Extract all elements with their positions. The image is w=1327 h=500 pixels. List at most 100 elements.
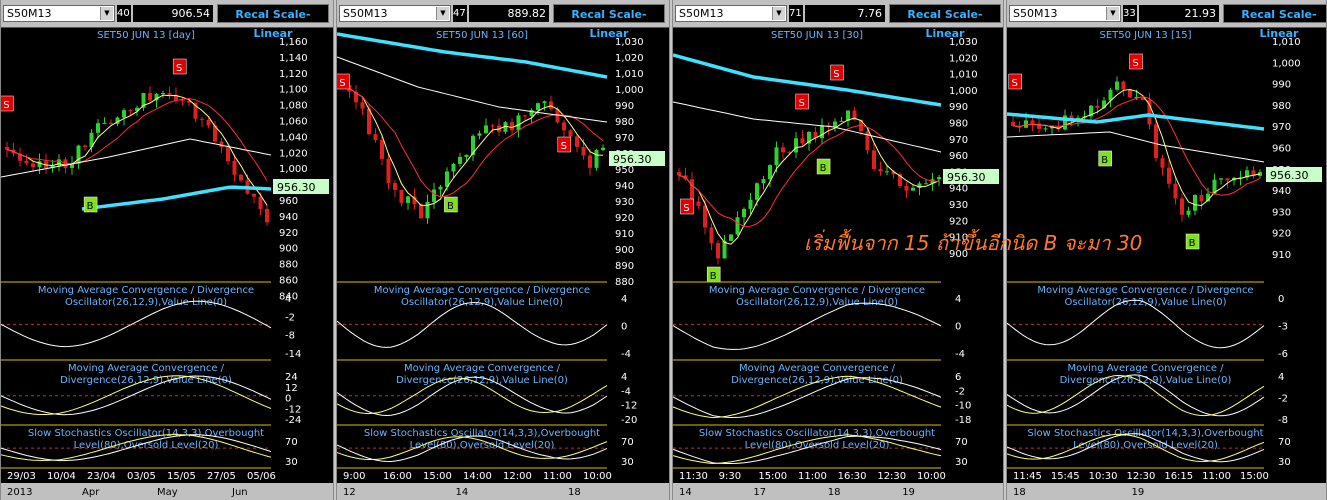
indicator-axis-tick: -6 [1278,349,1288,360]
sell-signal-label: S [833,69,839,80]
indicator-title: Slow Stochastics Oscillator(14,3,3),Over… [364,428,600,439]
indicator-axis-tick: 4 [285,294,291,305]
price-axis-tick: 890 [615,261,634,272]
price-axis-tick: 940 [949,184,968,195]
candle-body [800,138,805,144]
price-chart-canvas[interactable]: SET50 JUN 13 [day] 1,160 1,140 1,120 1,100 1,… [1,27,333,500]
candle-body [690,179,694,202]
candle-body [258,196,263,209]
recal-scale-button[interactable]: Recal Scale-Linear [553,4,665,40]
chevron-down-icon[interactable]: ▼ [100,7,113,20]
price-axis-tick: 1,040 [279,132,308,143]
price-axis-tick: 920 [1272,229,1291,240]
candle-body [219,141,224,148]
candle-body [445,171,449,187]
candle-body [516,115,521,131]
symbol-dropdown[interactable]: S50M13 ▼ [675,5,787,22]
price-axis-tick: 910 [1272,250,1291,261]
indicator-axis-tick: 0 [955,322,961,333]
period-axis-tick: Jun [231,487,248,498]
indicator-title: Moving Average Convergence / [404,363,561,374]
price-chart-canvas[interactable]: SET50 JUN 13 [30] 1,030 1,020 1,010 1,000 990… [673,27,1003,500]
period-axis-tick: 2013 [7,487,32,498]
bar-count: 33 [1123,5,1137,22]
indicator-axis-tick: 6 [955,372,961,383]
period-axis-tick: May [157,487,178,498]
sell-signal-label: S [683,203,689,214]
candle-body [419,204,423,219]
indicator-axis-tick: 30 [285,457,298,468]
candle-body [709,227,714,244]
indicator-title: Slow Stochastics Oscillator(14,3,3),Over… [1027,428,1263,439]
candle-body [1154,124,1158,159]
buy-signal-label: B [447,201,454,212]
ma-slow-line [673,101,942,153]
chevron-down-icon[interactable]: ▼ [1106,7,1119,20]
indicator-title: Moving Average Convergence / [739,363,896,374]
chart-title: SET50 JUN 13 [60] [436,30,528,41]
recal-scale-button[interactable]: Recal Scale-Linear [1223,4,1326,40]
period-axis-bg [1007,483,1326,500]
chevron-down-icon[interactable]: ▼ [436,7,449,20]
indicator-title: Divergence(26,12,9),Value Line(0) [731,375,903,386]
chart-title: SET50 JUN 13 [day] [97,30,195,41]
recal-scale-button[interactable]: Recal Scale-Linear [889,4,1001,40]
candle-body [523,115,527,117]
period-axis-tick: 19 [1132,487,1145,498]
indicator-line [337,302,608,348]
candle-body [1128,89,1132,98]
indicator-axis-tick: -4 [955,349,965,360]
price-readout: 906.54 [133,5,213,22]
symbol-dropdown[interactable]: S50M13 ▼ [3,5,115,22]
chevron-down-icon[interactable]: ▼ [772,7,785,20]
symbol-dropdown[interactable]: S50M13 ▼ [339,5,451,22]
time-axis-tick: 10/04 [47,471,76,482]
candle-body [781,147,785,153]
price-axis-tick: 1,000 [615,85,644,96]
candle-body [696,201,701,206]
candle-body [581,146,586,156]
candle-body [761,179,766,184]
ma-fast-line [1012,88,1261,207]
price-axis-tick: 910 [615,229,634,240]
time-axis-tick: 9:00 [343,471,365,482]
price-axis-tick: 960 [279,196,298,207]
candle-body [1219,178,1223,180]
indicator-axis-tick: -2 [955,386,965,397]
price-axis-tick: 980 [1272,101,1291,112]
bar-count: 47 [453,5,467,22]
candle-body [872,150,876,169]
candle-body [924,183,928,185]
indicator-axis-tick: 4 [621,372,627,383]
price-readout: 21.93 [1139,5,1219,22]
panel-toolbar: S50M13 ▼ 33 21.93 Recal Scale-Linear [1007,0,1326,40]
indicator-axis-tick: 0 [1278,294,1284,305]
time-axis-tick: 11:00 [1202,471,1231,482]
candle-body [833,121,837,128]
indicator-title: Moving Average Convergence / Divergence [709,285,925,296]
candle-body [1186,210,1191,215]
indicator-title: Level(80),Oversold Level(20) [745,440,890,451]
candle-body [24,160,29,164]
indicator-axis-tick: -4 [621,386,631,397]
time-axis-tick: 9:30 [719,471,741,482]
price-axis-tick: 1,120 [279,69,308,80]
indicator-axis-tick: -12 [285,404,301,415]
ma-long-line [81,185,272,211]
price-chart-canvas[interactable]: SET50 JUN 13 [15] 1,010 1,000 990 980 970 960 9… [1007,27,1326,500]
candle-body [904,186,909,191]
candle-body [438,186,443,190]
candle-body [794,138,798,153]
ma-mid-line [1012,95,1261,196]
indicator-axis-tick: -14 [285,349,301,360]
candle-body [393,182,397,190]
buy-signal-label: B [87,201,94,212]
indicator-axis-tick: 12 [285,383,298,394]
candle-body [774,147,779,166]
candle-body [588,155,592,168]
price-chart-canvas[interactable]: SET50 JUN 13 [60] 1,030 1,020 1,010 1,000 990… [337,27,669,500]
recal-scale-button[interactable]: Recal Scale-Linear [217,4,329,40]
bar-count: 71 [789,5,803,22]
symbol-dropdown[interactable]: S50M13 ▼ [1009,5,1121,22]
indicator-axis-tick: 4 [955,294,961,305]
